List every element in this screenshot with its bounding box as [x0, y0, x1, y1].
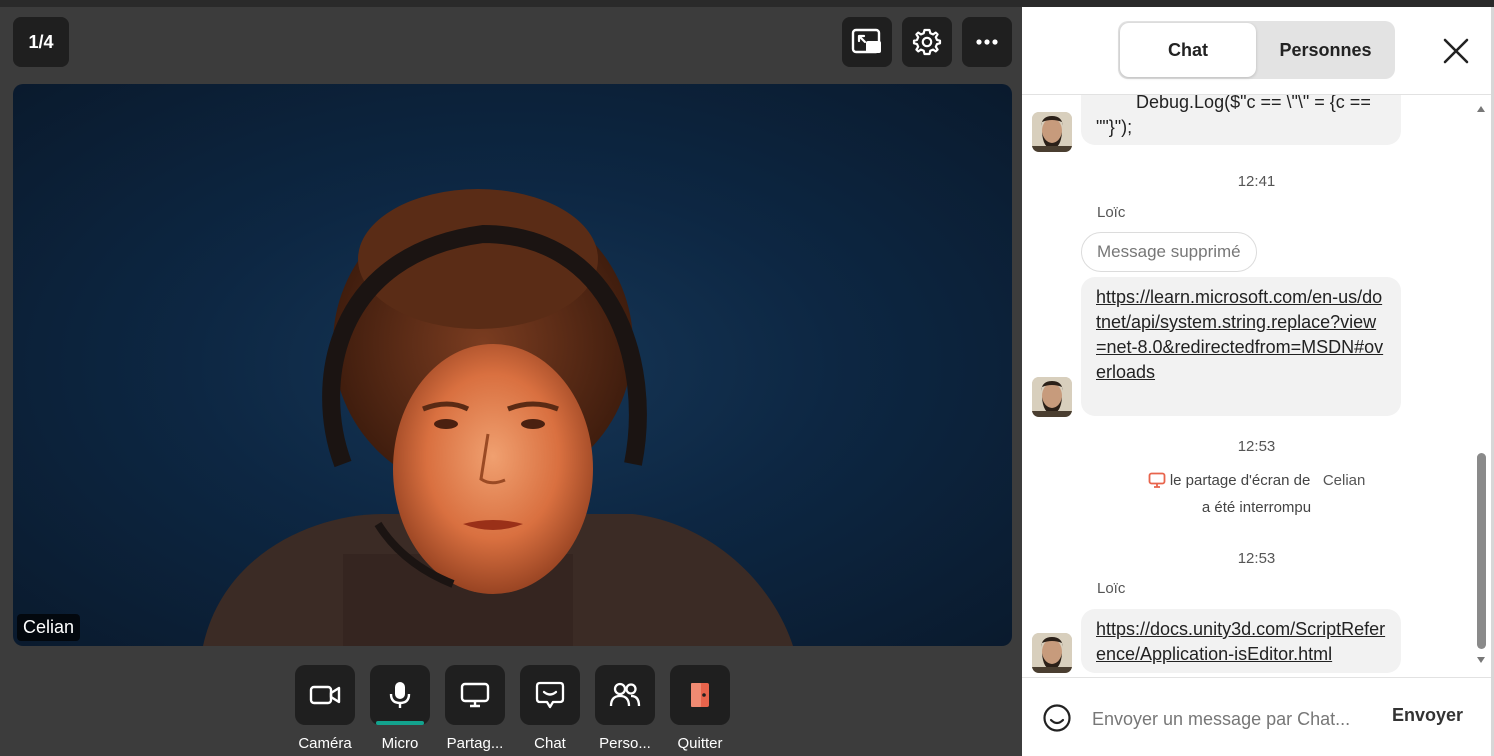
participant-name-tag: Celian: [17, 614, 81, 641]
message-code-line: ""}");: [1096, 117, 1133, 137]
settings-button[interactable]: [902, 17, 952, 67]
page-indicator[interactable]: 1/4: [13, 17, 69, 67]
composer-divider: [1022, 677, 1491, 678]
picture-in-picture-button[interactable]: [842, 17, 892, 67]
camera-button[interactable]: [295, 665, 355, 725]
microphone-button[interactable]: [370, 665, 430, 725]
screen-share-icon: [460, 682, 490, 708]
message-input[interactable]: [1092, 707, 1372, 731]
microphone-icon: [389, 682, 411, 708]
tab-people[interactable]: Personnes: [1258, 23, 1393, 77]
message-sender: Loïc: [1097, 204, 1126, 221]
message-link[interactable]: https://docs.unity3d.com/ScriptReference…: [1096, 619, 1385, 664]
message-bubble[interactable]: Debug.Log($"c == \"\" = {c == ""}");: [1081, 95, 1401, 145]
tab-chat[interactable]: Chat: [1120, 23, 1256, 77]
close-icon[interactable]: [1442, 37, 1470, 65]
people-button[interactable]: [595, 665, 655, 725]
chat-icon: [535, 681, 565, 709]
leave-label: Quitter: [677, 735, 723, 752]
emoji-icon[interactable]: [1042, 703, 1072, 733]
participant-video[interactable]: [13, 84, 1012, 646]
message-list[interactable]: Debug.Log($"c == \"\" = {c == ""}"); 12:…: [1022, 95, 1491, 677]
message-sender: Loïc: [1097, 580, 1126, 597]
participant-video-image: [203, 189, 793, 646]
people-icon: [609, 682, 641, 707]
panel-tab-switcher: Chat Personnes: [1118, 21, 1395, 79]
screen-share-stopped-icon: [1148, 472, 1166, 488]
system-message-name: Celian: [1322, 472, 1366, 489]
camera-icon: [309, 685, 341, 705]
gear-icon: [912, 28, 942, 56]
more-icon: [976, 39, 998, 45]
message-code-line: Debug.Log($"c == \"\" = {c ==: [1136, 95, 1371, 112]
window-top-strip: [0, 0, 1494, 7]
message-link[interactable]: https://learn.microsoft.com/en-us/dotnet…: [1096, 287, 1383, 382]
leave-button[interactable]: [670, 665, 730, 725]
chat-panel: Chat Personnes Debug.Log($"c == \"\" = {…: [1022, 7, 1491, 756]
system-message-suffix: a été interrompu: [1201, 499, 1312, 516]
message-bubble[interactable]: https://learn.microsoft.com/en-us/dotnet…: [1081, 277, 1401, 416]
message-timestamp: 12:53: [1237, 438, 1276, 455]
avatar: [1032, 633, 1072, 673]
microphone-active-indicator: [376, 721, 424, 725]
picture-in-picture-icon: [851, 28, 881, 54]
leave-door-icon: [691, 683, 709, 707]
send-button[interactable]: Envoyer: [1392, 705, 1463, 726]
system-message-text: le partage d'écran de: [1169, 472, 1311, 489]
system-message: le partage d'écran de Celian: [1022, 472, 1491, 489]
message-bubble[interactable]: https://docs.unity3d.com/ScriptReference…: [1081, 609, 1401, 673]
message-timestamp: 12:41: [1237, 173, 1276, 190]
chat-button[interactable]: [520, 665, 580, 725]
avatar: [1032, 112, 1072, 152]
message-timestamp: 12:53: [1237, 550, 1276, 567]
more-options-button[interactable]: [962, 17, 1012, 67]
chat-scrollbar-thumb[interactable]: [1477, 453, 1486, 649]
avatar: [1032, 377, 1072, 417]
screen-share-button[interactable]: [445, 665, 505, 725]
deleted-message: Message supprimé: [1081, 232, 1257, 272]
